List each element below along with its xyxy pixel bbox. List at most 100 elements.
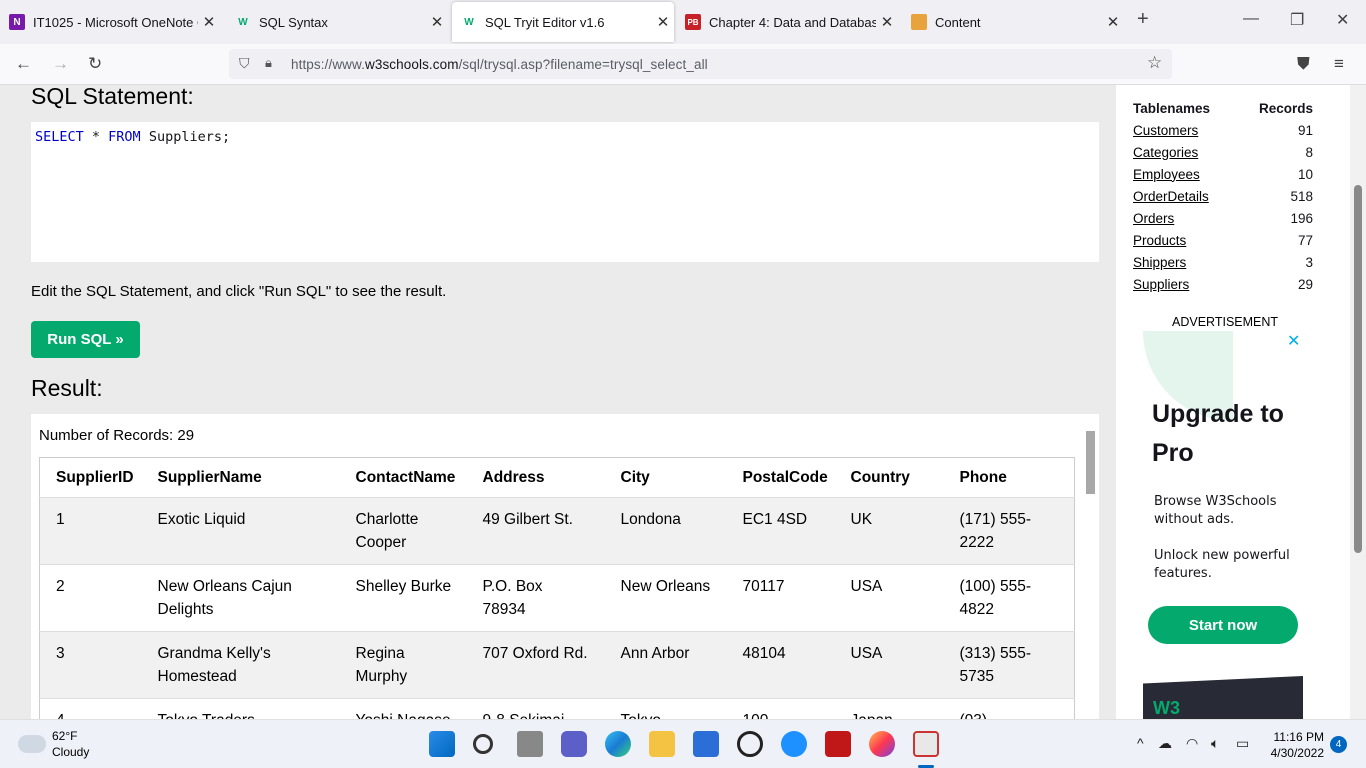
volume-icon[interactable]: 🔈︎ [1211, 735, 1219, 752]
advertisement-label: ADVERTISEMENT [1172, 315, 1279, 329]
pocket-icon[interactable]: ⛊ [1297, 54, 1310, 74]
column-header: City [604, 457, 727, 498]
table-cell: UK [834, 497, 944, 565]
table-cell: 3 [39, 631, 142, 699]
tab-title: Content [935, 14, 981, 30]
table-link-employees[interactable]: Employees [1133, 167, 1200, 182]
navigation-bar: ← → ↻ ⛉ 🔒︎ https://www.w3schools.com/sql… [0, 44, 1366, 85]
help-icon[interactable] [781, 731, 807, 757]
record-count-value: 3 [1305, 254, 1313, 270]
url-text[interactable]: https://www.w3schools.com/sql/trysql.asp… [291, 57, 708, 72]
table-cell: Exotic Liquid [141, 497, 340, 565]
table-link-products[interactable]: Products [1133, 233, 1186, 248]
onedrive-icon[interactable]: ☁ [1158, 735, 1172, 752]
taskbar: 62°F Cloudy ^ ☁ ◠ 🔈︎ ▭ 11:16 PM 4/30/2022 … [0, 719, 1366, 768]
restore-icon[interactable]: ❐ [1290, 10, 1304, 30]
record-count-value: 518 [1290, 188, 1313, 204]
column-header: Phone [943, 457, 1075, 498]
column-header: SupplierID [39, 457, 142, 498]
page-scrollbar[interactable] [1350, 85, 1366, 719]
close-icon[interactable]: ✕ [876, 13, 898, 31]
table-cell: USA [834, 564, 944, 632]
menu-icon[interactable]: ≡ [1334, 54, 1344, 74]
bookmark-star-icon[interactable]: ☆ [1147, 53, 1162, 73]
w3schools-icon: W [238, 16, 248, 28]
table-cell: (171) 555-2222 [943, 497, 1075, 565]
advertisement[interactable]: ✕ Upgrade to Pro Browse W3Schools withou… [1143, 331, 1303, 719]
table-cell: Charlotte Cooper [339, 497, 467, 565]
close-icon[interactable]: ✕ [198, 13, 220, 31]
close-icon[interactable]: ✕ [426, 13, 448, 31]
mcafee-icon[interactable] [825, 731, 851, 757]
battery-icon[interactable]: ▭ [1236, 735, 1249, 752]
table-cell: 2 [39, 564, 142, 632]
tab-sql-tryit-editor[interactable]: W SQL Tryit Editor v1.6 ✕ [452, 2, 674, 42]
table-cell: USA [834, 631, 944, 699]
column-header: Country [834, 457, 944, 498]
table-cell: 707 Oxford Rd. [466, 631, 605, 699]
result-scrollbar[interactable] [1086, 431, 1095, 494]
file-explorer-icon[interactable] [649, 731, 675, 757]
database-row: Customers 91 [1133, 119, 1313, 141]
tab-onenote[interactable]: N IT1025 - Microsoft OneNote On ✕ [0, 0, 220, 44]
table-link-categories[interactable]: Categories [1133, 145, 1198, 160]
chevron-up-icon[interactable]: ^ [1137, 735, 1144, 751]
ad-text: Browse W3Schools without ads. [1154, 494, 1277, 527]
new-tab-button[interactable]: + [1137, 8, 1149, 31]
minimize-icon[interactable]: — [1243, 10, 1259, 28]
window-close-icon[interactable]: ✕ [1336, 10, 1349, 30]
run-sql-button[interactable]: Run SQL » [31, 321, 140, 358]
table-cell: 48104 [726, 631, 835, 699]
table-cell: Londona [604, 497, 727, 565]
table-link-customers[interactable]: Customers [1133, 123, 1198, 138]
tab-sql-syntax[interactable]: W SQL Syntax ✕ [226, 0, 448, 44]
tracking-shield-icon[interactable]: ⛉ [239, 55, 250, 72]
column-header: PostalCode [726, 457, 835, 498]
table-row: 4 Tokyo Traders Yoshi Nagase 9-8 Sekimai… [39, 698, 1075, 719]
lock-icon[interactable]: 🔒︎ [265, 55, 272, 71]
url-bar[interactable]: ⛉ 🔒︎ https://www.w3schools.com/sql/trysq… [229, 49, 1172, 79]
tablenames-header: Tablenames [1133, 100, 1211, 116]
app-icon[interactable] [737, 731, 763, 757]
ad-text: Unlock new powerful features. [1154, 548, 1290, 581]
table-cell: Tokyo Traders [141, 698, 340, 719]
table-cell: Yoshi Nagase [339, 698, 467, 719]
ad-title: Upgrade to Pro [1152, 400, 1284, 467]
notification-badge[interactable]: 4 [1330, 736, 1347, 753]
table-link-shippers[interactable]: Shippers [1133, 255, 1186, 270]
snipping-tool-icon[interactable] [913, 731, 939, 757]
page-content: SQL Statement: SELECT * FROM Suppliers; … [0, 85, 1366, 719]
table-link-suppliers[interactable]: Suppliers [1133, 277, 1189, 292]
firefox-icon[interactable] [869, 731, 895, 757]
table-cell: Shelley Burke [339, 564, 467, 632]
table-cell: (03) [943, 698, 1075, 719]
scrollbar-thumb[interactable] [1354, 185, 1362, 553]
ad-close-icon[interactable]: ✕ [1287, 331, 1300, 351]
teams-chat-icon[interactable] [561, 731, 587, 757]
table-header-row: SupplierID SupplierName ContactName Addr… [39, 457, 1075, 498]
task-view-icon[interactable] [517, 731, 543, 757]
wifi-icon[interactable]: ◠ [1186, 735, 1198, 752]
record-count-value: 77 [1297, 232, 1313, 248]
microsoft-store-icon[interactable] [693, 731, 719, 757]
forward-icon[interactable]: → [52, 54, 69, 74]
table-cell: 9-8 Sekimai [466, 698, 605, 719]
edit-hint: Edit the SQL Statement, and click "Run S… [31, 283, 447, 300]
start-now-button[interactable]: Start now [1148, 606, 1298, 644]
tab-chapter-4[interactable]: PB Chapter 4: Data and Databases ✕ [676, 0, 898, 44]
reload-icon[interactable]: ↻ [88, 54, 102, 74]
tab-content[interactable]: Content ✕ [902, 0, 1124, 44]
table-link-orders[interactable]: Orders [1133, 211, 1174, 226]
result-heading: Result: [31, 375, 103, 401]
search-icon[interactable] [473, 734, 493, 754]
close-icon[interactable]: ✕ [652, 13, 674, 31]
sql-editor[interactable]: SELECT * FROM Suppliers; [31, 122, 1099, 262]
table-link-orderdetails[interactable]: OrderDetails [1133, 189, 1209, 204]
back-icon[interactable]: ← [15, 54, 32, 74]
clock[interactable]: 11:16 PM 4/30/2022 [1262, 729, 1324, 761]
close-icon[interactable]: ✕ [1102, 13, 1124, 31]
start-icon[interactable] [429, 731, 455, 757]
result-panel[interactable]: Number of Records: 29 SupplierID Supplie… [31, 414, 1099, 719]
edge-icon[interactable] [605, 731, 631, 757]
weather-widget[interactable]: 62°F Cloudy [18, 728, 89, 760]
